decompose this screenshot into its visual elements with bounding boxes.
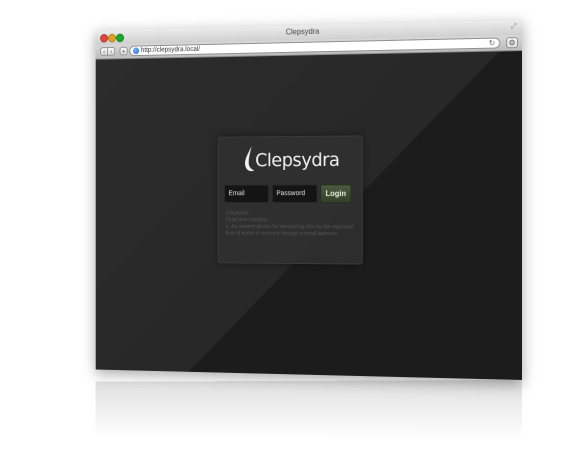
chevron-right-icon: ›: [110, 48, 113, 56]
add-bookmark-button[interactable]: +: [119, 46, 128, 56]
browser-window: Clepsydra ⤢ ‹ › + http://clepsydra.local…: [95, 20, 522, 380]
globe-icon: [132, 47, 140, 55]
forward-button[interactable]: ›: [107, 46, 116, 56]
app-description: Clepsydra Fluid time tracking. n. An anc…: [226, 211, 356, 239]
settings-button[interactable]: ⚙: [506, 37, 519, 49]
reload-icon[interactable]: ↻: [489, 39, 496, 48]
fullscreen-icon[interactable]: ⤢: [511, 23, 518, 30]
login-button[interactable]: Login: [320, 184, 352, 203]
chevron-left-icon: ‹: [103, 49, 106, 56]
plus-icon: +: [121, 48, 126, 56]
email-field[interactable]: Email: [223, 184, 270, 203]
window-reflection: [95, 380, 522, 440]
gear-icon: ⚙: [508, 38, 516, 48]
login-panel: Clepsydra Email Password Login Clepsydra…: [217, 135, 363, 265]
logo-text: Clepsydra: [255, 149, 340, 172]
page-content: Clepsydra Email Password Login Clepsydra…: [95, 51, 522, 380]
url-text[interactable]: http://clepsydra.local/: [141, 46, 200, 54]
password-field[interactable]: Password: [271, 184, 318, 203]
info-line: n. An ancient device for measuring time …: [225, 223, 354, 238]
product-mockup: Clepsydra ⤢ ‹ › + http://clepsydra.local…: [0, 0, 580, 450]
